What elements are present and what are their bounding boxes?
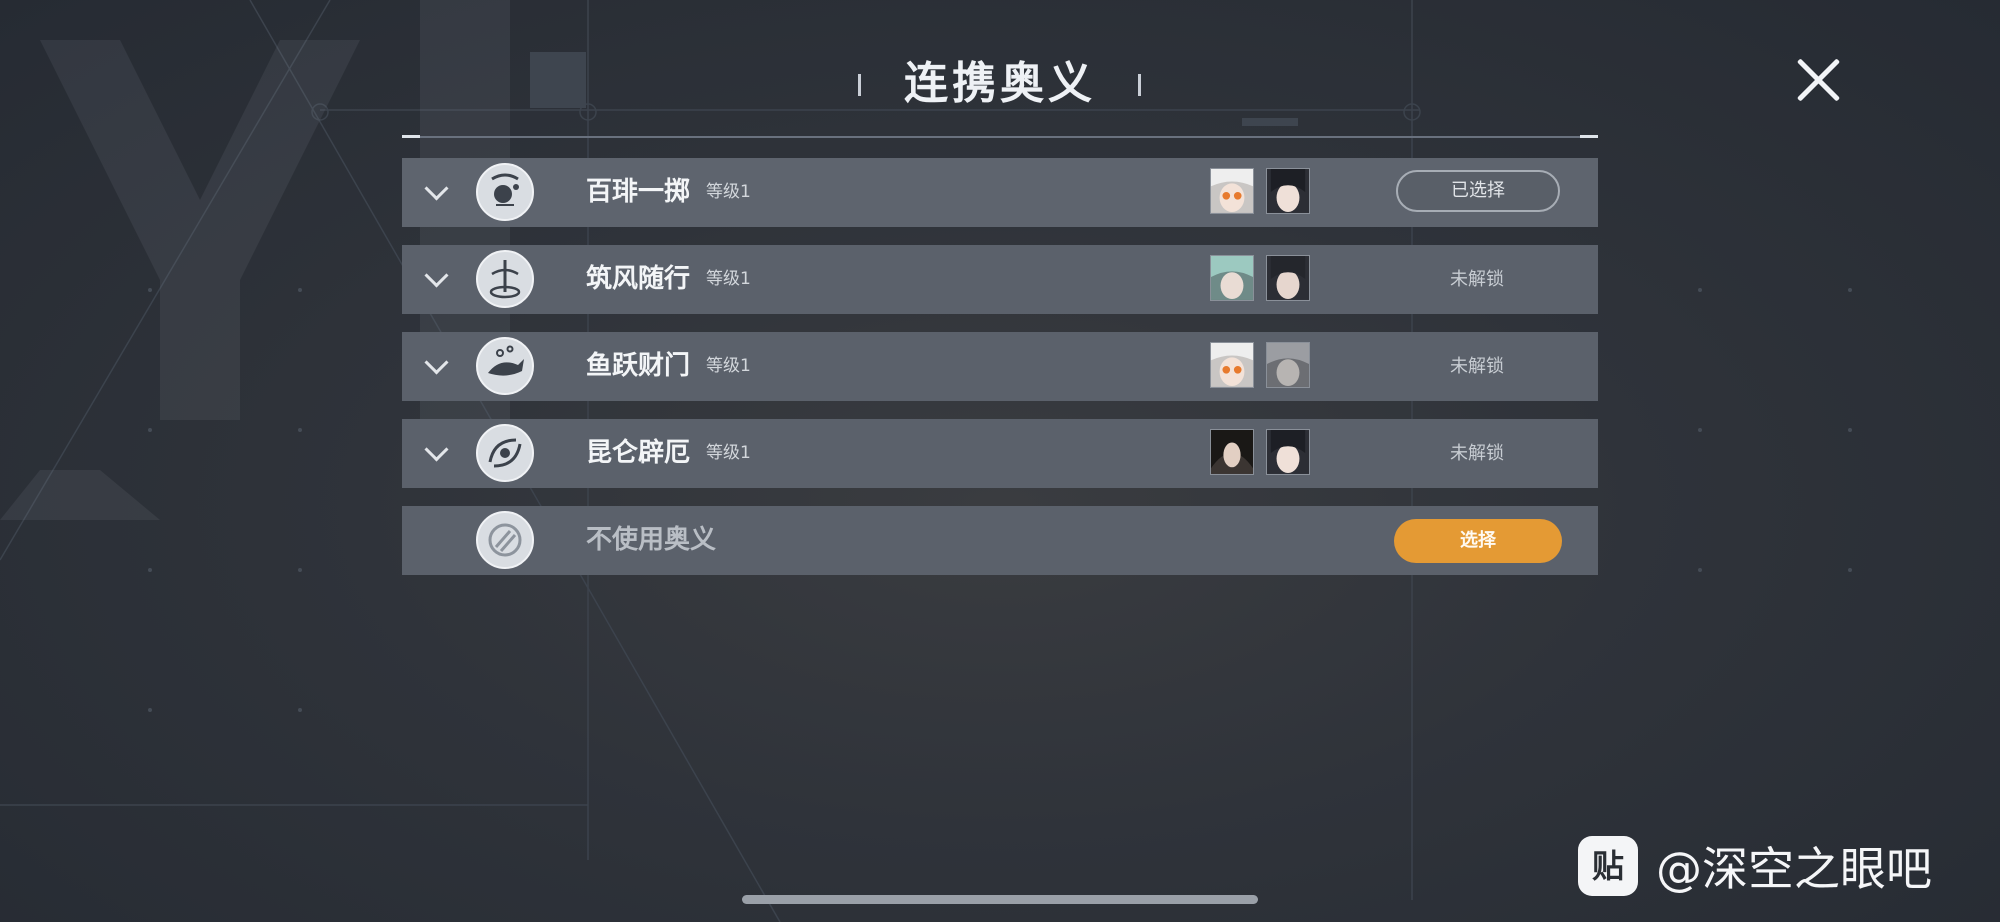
- skill-row[interactable]: 鱼跃财门 等级1 未解锁: [402, 332, 1598, 401]
- select-button[interactable]: 选择: [1394, 519, 1562, 563]
- locked-status: 未解锁: [1450, 356, 1504, 377]
- skill-level: 等级1: [706, 443, 751, 463]
- skill-row[interactable]: 筑风随行 等级1 未解锁: [402, 245, 1598, 314]
- list-top-divider: [402, 135, 1598, 138]
- chevron-down-icon[interactable]: [422, 437, 454, 469]
- teal-hair-avatar: [1210, 255, 1254, 301]
- dark-hair-girl-avatar: [1266, 255, 1310, 301]
- swirl-guard-emblem-icon: [476, 424, 534, 482]
- skill-name: 昆仑辟厄: [586, 438, 691, 468]
- skill-row[interactable]: 百琲一掷 等级1 已选择: [402, 158, 1598, 227]
- skill-level: 等级1: [706, 356, 751, 376]
- chevron-down-icon[interactable]: [422, 350, 454, 382]
- no-skill-label: 不使用奥义: [586, 525, 717, 555]
- wind-vortex-emblem-icon: [476, 250, 534, 308]
- skill-level: 等级1: [706, 182, 751, 202]
- selected-button[interactable]: 已选择: [1396, 170, 1560, 212]
- title-left-tick: [858, 74, 861, 96]
- dark-hair-girl-avatar: [1266, 429, 1310, 475]
- watermark: 贴 @深空之眼吧: [1578, 836, 1932, 896]
- skill-row[interactable]: 昆仑辟厄 等级1 未解锁: [402, 419, 1598, 488]
- dark-long-hair-avatar: [1210, 429, 1254, 475]
- leaping-fish-emblem-icon: [476, 337, 534, 395]
- locked-status: 未解锁: [1450, 269, 1504, 290]
- tieba-logo-icon: 贴: [1578, 836, 1638, 896]
- dark-hair-girl-avatar: [1266, 168, 1310, 214]
- slashed-circle-emblem-icon: [476, 511, 534, 569]
- skill-name: 鱼跃财门: [586, 351, 691, 381]
- close-icon[interactable]: [1792, 54, 1844, 106]
- no-skill-row[interactable]: 不使用奥义 选择: [402, 506, 1598, 575]
- sparkle-orb-emblem-icon: [476, 163, 534, 221]
- skill-level: 等级1: [706, 269, 751, 289]
- home-indicator[interactable]: [742, 895, 1258, 904]
- white-hair-glasses-avatar: [1210, 168, 1254, 214]
- watermark-text: @深空之眼吧: [1656, 842, 1932, 896]
- skill-list: 百琲一掷 等级1 已选择 筑风随行 等级1 未解锁 鱼跃财门 等级1 未解锁 昆…: [402, 158, 1598, 593]
- grey-hair-avatar: [1266, 342, 1310, 388]
- locked-status: 未解锁: [1450, 443, 1504, 464]
- header: 连携奥义: [0, 52, 2000, 116]
- chevron-down-icon[interactable]: [422, 263, 454, 295]
- skill-name: 筑风随行: [586, 264, 691, 294]
- skill-name: 百琲一掷: [586, 177, 691, 207]
- page-title: 连携奥义: [904, 58, 1096, 109]
- white-hair-glasses-avatar: [1210, 342, 1254, 388]
- chevron-down-icon[interactable]: [422, 176, 454, 208]
- title-right-tick: [1138, 74, 1141, 96]
